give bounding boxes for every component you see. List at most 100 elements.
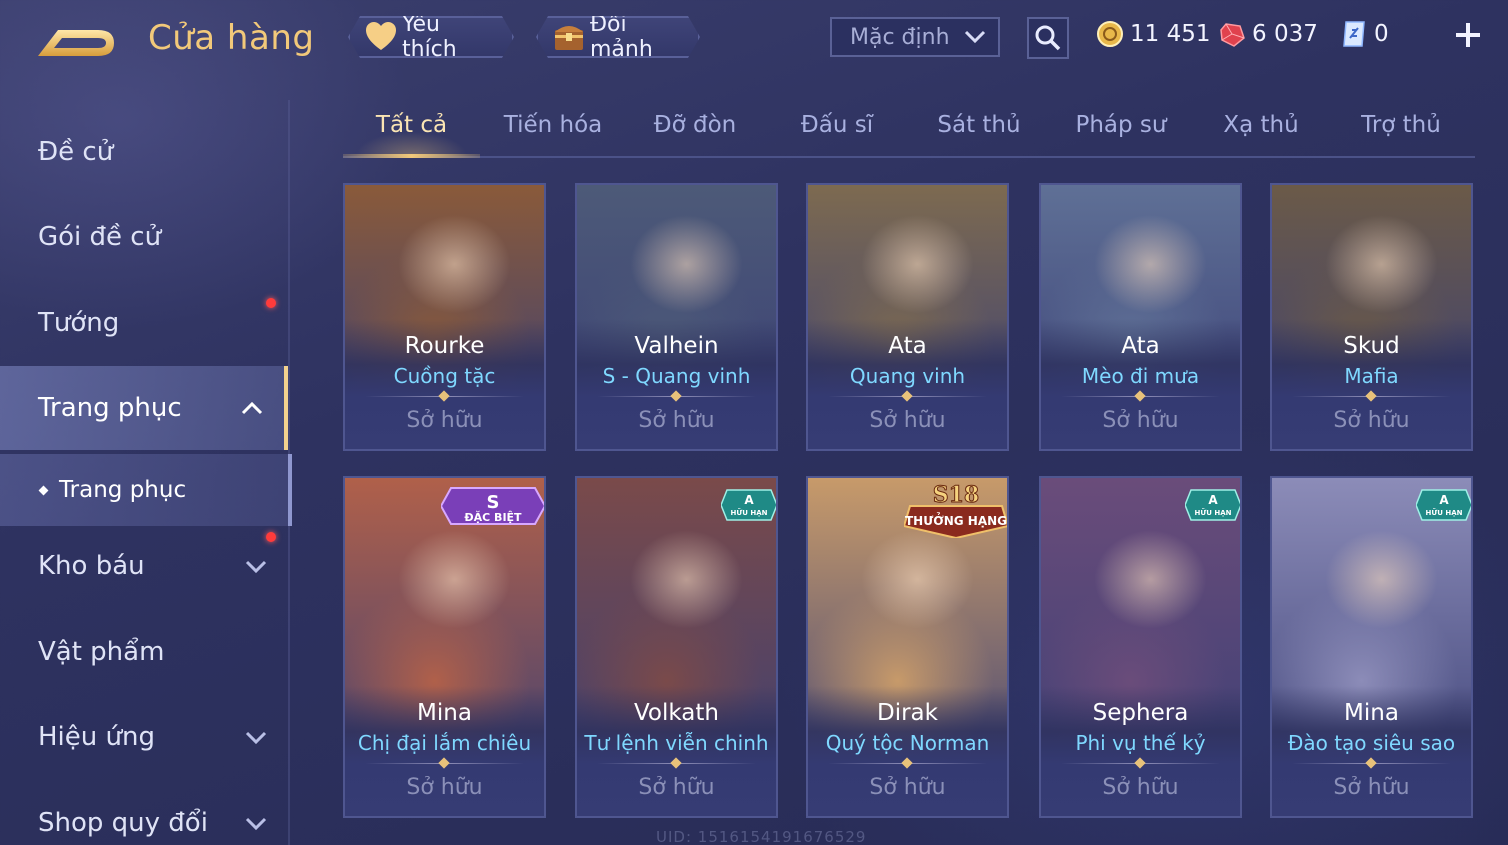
skin-card[interactable]: Rourke Cuồng tặc Sở hữu	[343, 183, 546, 451]
skin-card[interactable]: Valhein S - Quang vinh Sở hữu	[575, 183, 778, 451]
sidebar-item-label: Hiệu ứng	[38, 722, 155, 752]
shard-exchange-label: Đổi mảnh	[590, 12, 653, 62]
sidebar-item-treasure[interactable]: Kho báu	[0, 524, 288, 608]
chevron-up-icon	[241, 401, 263, 415]
tab-marksman[interactable]: Xạ thủ	[1191, 112, 1331, 154]
skin-card[interactable]: Sephera Phi vụ thế kỷ Sở hữu A HỮU HẠN	[1039, 476, 1242, 818]
sort-value: Mặc định	[850, 24, 950, 50]
voucher-icon	[1343, 21, 1365, 47]
chevron-down-icon	[964, 30, 986, 44]
hero-name: Rourke	[404, 333, 485, 359]
skin-name: Chị đại lắm chiêu	[357, 731, 532, 755]
skin-name: Phi vụ thế kỷ	[1075, 731, 1206, 755]
skin-name: Mèo đi mưa	[1081, 364, 1200, 388]
active-tab-indicator	[343, 154, 480, 158]
owned-status: Sở hữu	[869, 775, 946, 800]
chevron-down-icon	[245, 731, 267, 745]
plus-icon	[1456, 23, 1480, 47]
hero-name: Mina	[417, 700, 472, 726]
ruby-amount: 6 037	[1252, 21, 1318, 47]
tab-assassin[interactable]: Sát thủ	[909, 112, 1049, 154]
svg-text:A: A	[744, 493, 754, 507]
tab-all[interactable]: Tất cả	[343, 112, 480, 154]
shard-exchange-button[interactable]: Đổi mảnh	[536, 16, 700, 58]
chevron-down-icon	[245, 817, 267, 831]
back-arrow-icon	[38, 30, 114, 56]
svg-text:ĐẶC BIỆT: ĐẶC BIỆT	[464, 510, 522, 524]
sidebar-item-label: Trang phục	[38, 393, 182, 423]
svg-text:HỮU HẠN: HỮU HẠN	[1426, 508, 1463, 517]
owned-status: Sở hữu	[1102, 408, 1179, 433]
season-reward-badge-icon: S18 THƯỞNG HẠNG	[902, 480, 1007, 542]
hero-name: Ata	[1121, 333, 1160, 359]
sidebar-item-label: Shop quy đổi	[38, 808, 208, 838]
sidebar-item-label: Đề cử	[38, 137, 114, 167]
search-button[interactable]	[1027, 17, 1069, 59]
hero-name: Dirak	[877, 700, 938, 726]
tab-mage[interactable]: Pháp sư	[1051, 112, 1191, 154]
favorite-label: Yêu thích	[402, 12, 457, 62]
svg-text:A: A	[1208, 493, 1218, 507]
bullet-icon	[38, 485, 49, 495]
top-up-button[interactable]	[1452, 19, 1484, 51]
ruby-icon	[1220, 23, 1245, 47]
sidebar-item-heroes[interactable]: Tướng	[0, 281, 288, 365]
svg-text:S: S	[487, 492, 500, 513]
owned-status: Sở hữu	[869, 408, 946, 433]
hero-name: Volkath	[633, 700, 719, 726]
limited-rank-badge-icon: A HỮU HẠN	[1415, 488, 1471, 526]
skin-card[interactable]: Dirak Quý tộc Norman Sở hữu S18 THƯỞNG HẠNG	[806, 476, 1009, 818]
gold-coin-icon	[1097, 21, 1123, 47]
skin-name: Cuồng tặc	[393, 364, 496, 388]
owned-status: Sở hữu	[1333, 408, 1410, 433]
skin-card[interactable]: Volkath Tư lệnh viễn chinh Sở hữu A HỮU HẠN	[575, 476, 778, 818]
svg-text:HỮU HẠN: HỮU HẠN	[731, 508, 768, 517]
voucher-currency: 0	[1340, 18, 1389, 50]
sidebar-item-items[interactable]: Vật phẩm	[0, 610, 288, 694]
skin-name: S - Quang vinh	[602, 364, 751, 388]
gold-currency: 11 451	[1096, 18, 1210, 50]
skin-name: Mafia	[1344, 364, 1399, 388]
tab-warrior[interactable]: Đấu sĩ	[767, 112, 907, 154]
owned-status: Sở hữu	[406, 408, 483, 433]
hero-name: Ata	[888, 333, 927, 359]
sidebar-item-skins[interactable]: Trang phục	[0, 366, 288, 450]
owned-status: Sở hữu	[406, 775, 483, 800]
favorite-button[interactable]: Yêu thích	[348, 16, 514, 58]
sidebar-item-exchange-shop[interactable]: Shop quy đổi	[0, 781, 288, 845]
sidebar-subitem-label: Trang phục	[59, 477, 187, 503]
tab-tank[interactable]: Đỡ đòn	[625, 112, 765, 154]
skin-name: Tư lệnh viễn chinh	[584, 731, 769, 755]
owned-status: Sở hữu	[638, 408, 715, 433]
sidebar-subitem-skins[interactable]: Trang phục	[0, 454, 292, 526]
skin-card[interactable]: Ata Quang vinh Sở hữu	[806, 183, 1009, 451]
owned-status: Sở hữu	[1102, 775, 1179, 800]
skin-card[interactable]: Skud Mafia Sở hữu	[1270, 183, 1473, 451]
ruby-currency: 6 037	[1218, 18, 1318, 50]
heart-icon	[364, 20, 398, 54]
sidebar-item-label: Gói đề cử	[38, 222, 162, 252]
svg-text:THƯỞNG HẠNG: THƯỞNG HẠNG	[905, 512, 1007, 528]
sidebar: Đề cử Gói đề cử Tướng Trang phục Trang p…	[0, 100, 292, 845]
sidebar-item-label: Kho báu	[38, 551, 145, 581]
skin-name: Quang vinh	[849, 364, 966, 388]
skin-name: Đào tạo siêu sao	[1287, 731, 1456, 755]
sidebar-item-recommended-packs[interactable]: Gói đề cử	[0, 195, 288, 308]
gold-amount: 11 451	[1130, 21, 1211, 47]
owned-status: Sở hữu	[638, 775, 715, 800]
sidebar-item-recommended[interactable]: Đề cử	[0, 110, 288, 194]
tab-support[interactable]: Trợ thủ	[1331, 112, 1471, 154]
svg-text:A: A	[1439, 493, 1449, 507]
tab-evolution[interactable]: Tiến hóa	[483, 112, 623, 154]
skin-name: Quý tộc Norman	[825, 731, 990, 755]
category-tabs: Tất cả Tiến hóa Đỡ đòn Đấu sĩ Sát thủ Ph…	[343, 100, 1475, 158]
skin-card[interactable]: Mina Chị đại lắm chiêu Sở hữu S ĐẶC BIỆT	[343, 476, 546, 818]
back-button[interactable]	[36, 22, 118, 64]
sort-dropdown[interactable]: Mặc định	[830, 17, 1000, 57]
owned-status: Sở hữu	[1333, 775, 1410, 800]
skin-card[interactable]: Ata Mèo đi mưa Sở hữu	[1039, 183, 1242, 451]
skin-card[interactable]: Mina Đào tạo siêu sao Sở hữu A HỮU HẠN	[1270, 476, 1473, 818]
sidebar-item-label: Tướng	[38, 308, 120, 338]
sidebar-item-effects[interactable]: Hiệu ứng	[0, 695, 288, 779]
special-rank-badge-icon: S ĐẶC BIỆT	[439, 480, 544, 536]
